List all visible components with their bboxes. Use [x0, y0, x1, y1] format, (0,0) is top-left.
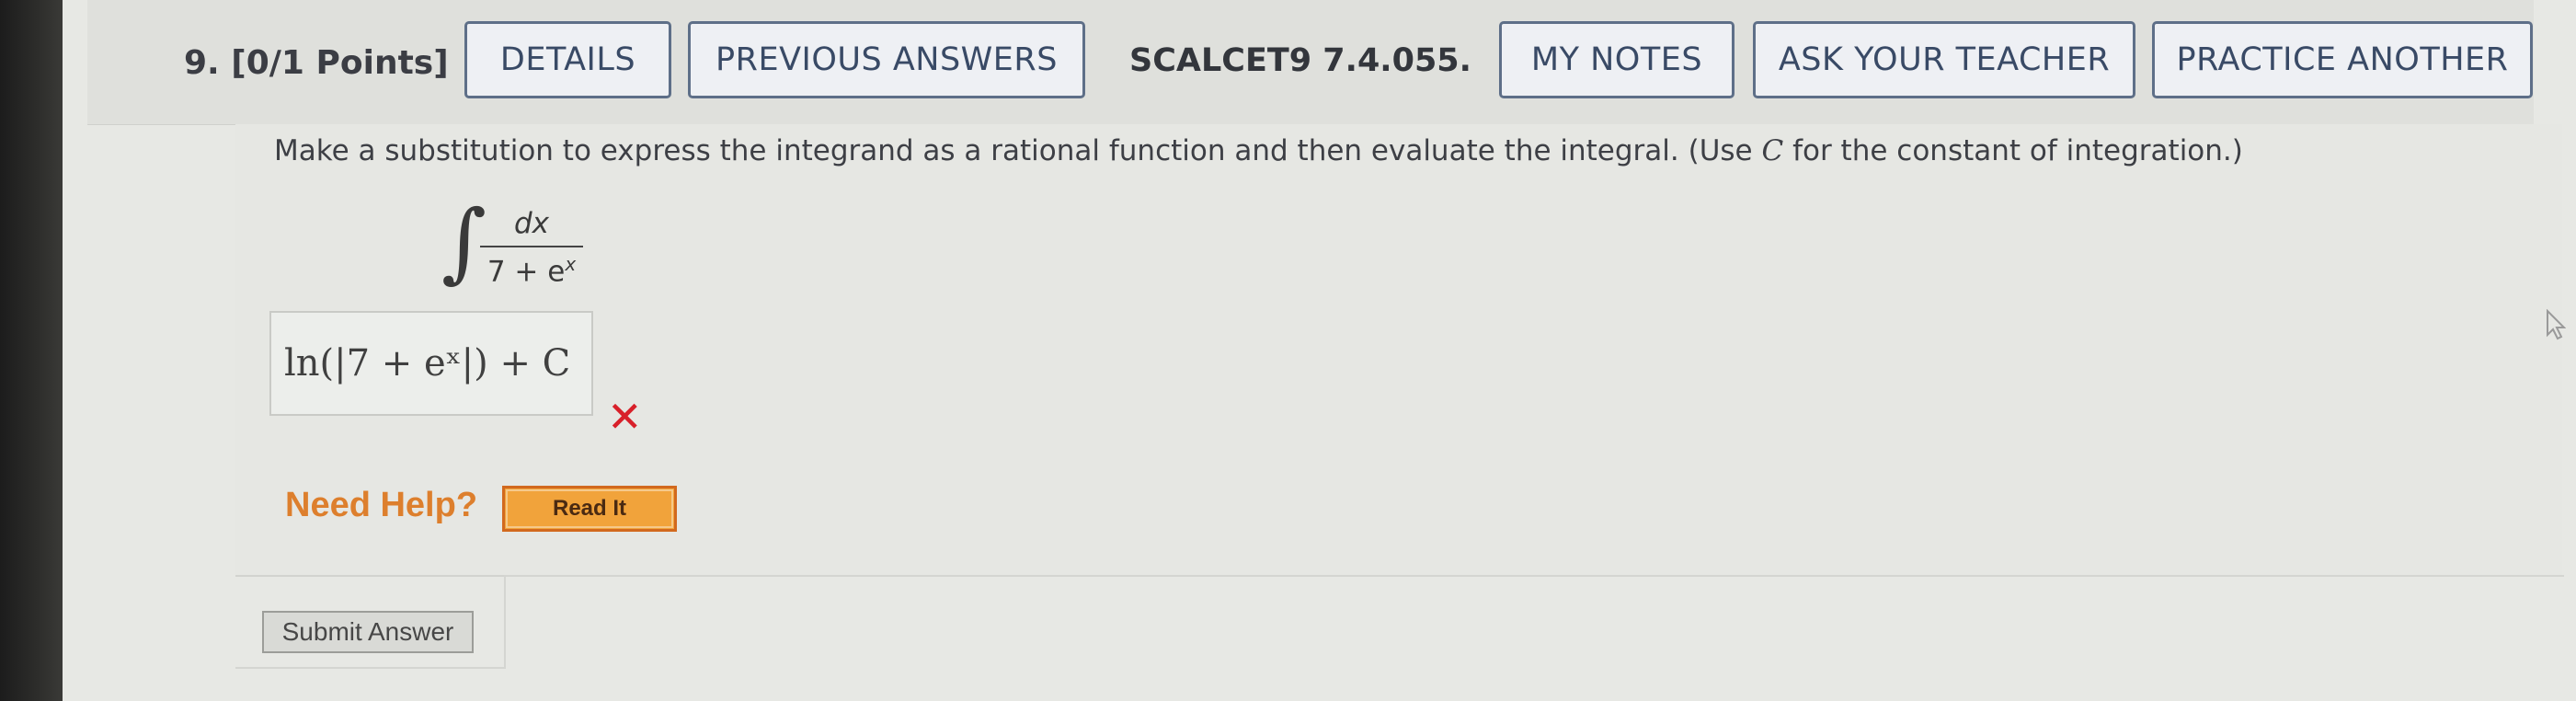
problem-instruction: Make a substitution to express the integ…	[274, 134, 2243, 167]
question-label: 9. [0/1 Points]	[184, 44, 449, 82]
assignment-reference: SCALCET9 7.4.055.	[1129, 42, 1471, 79]
question-number: 9.	[184, 44, 220, 82]
question-points: [0/1 Points]	[231, 44, 449, 82]
read-it-button[interactable]: Read It	[502, 486, 677, 532]
instruction-text-end: for the constant of integration.)	[1783, 134, 2243, 167]
integrand-denominator: 7 + ex	[480, 247, 583, 288]
ask-your-teacher-button[interactable]: ASK YOUR TEACHER	[1753, 21, 2135, 98]
submit-answer-button[interactable]: Submit Answer	[262, 611, 474, 653]
incorrect-x-icon: ✕	[607, 392, 643, 442]
integrand-fraction: dx 7 + ex	[480, 207, 583, 288]
integral-expression: ∫ dx 7 + ex	[441, 192, 607, 299]
answer-input[interactable]: ln(|7 + eˣ|) + C	[269, 311, 593, 416]
details-button[interactable]: DETAILS	[464, 21, 671, 98]
screen-bezel	[0, 0, 63, 701]
instruction-variable: C	[1761, 134, 1784, 167]
denominator-base: 7 + e	[487, 255, 566, 289]
integrand-numerator: dx	[513, 207, 550, 240]
previous-answers-button[interactable]: PREVIOUS ANSWERS	[688, 21, 1085, 98]
instruction-text-start: Make a substitution to express the integ…	[274, 134, 1762, 167]
submit-area-divider	[504, 575, 2564, 669]
practice-another-button[interactable]: PRACTICE ANOTHER	[2152, 21, 2533, 98]
answer-value: ln(|7 + eˣ|) + C	[284, 342, 571, 385]
denominator-exponent: x	[565, 253, 577, 275]
mouse-pointer-icon	[2547, 309, 2566, 340]
my-notes-button[interactable]: MY NOTES	[1499, 21, 1735, 98]
need-help-label: Need Help?	[285, 486, 478, 524]
